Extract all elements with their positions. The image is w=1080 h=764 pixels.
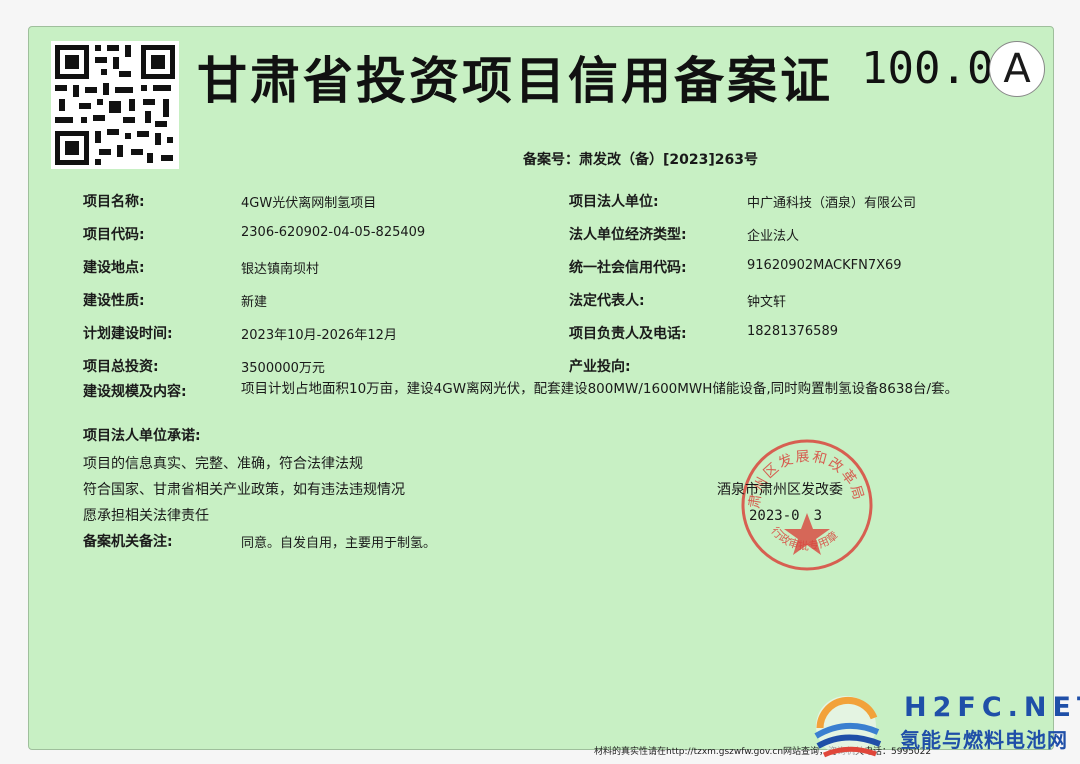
field-label: 法人单位经济类型:: [569, 227, 687, 243]
watermark-subtitle: 氢能与燃料电池网: [900, 728, 1068, 752]
field-value: 91620902MACKFN7X69: [747, 258, 902, 273]
field-value: 新建: [241, 295, 268, 310]
commitment-line: 符合国家、甘肃省相关产业政策，如有违法违规情况: [83, 482, 405, 498]
issuing-authority: 酒泉市肃州区发改委: [717, 482, 843, 498]
commitment-label: 项目法人单位承诺:: [83, 428, 201, 444]
field-value: 中广通科技（酒泉）有限公司: [747, 196, 917, 211]
field-value: 2023年10月-2026年12月: [241, 328, 397, 343]
field-label: 统一社会信用代码:: [569, 260, 687, 276]
field-value: 18281376589: [747, 324, 838, 339]
field-value: 4GW光伏离网制氢项目: [241, 196, 377, 211]
watermark-name: H2FC.NET: [904, 692, 1080, 723]
field-label: 法定代表人:: [569, 293, 645, 309]
remarks-label: 备案机关备注:: [83, 534, 173, 550]
credit-score: 100.0: [861, 43, 994, 94]
field-label: 项目代码:: [83, 227, 145, 243]
issue-date: 2023-0 3: [749, 508, 823, 524]
field-value: 2306-620902-04-05-825409: [241, 225, 426, 240]
commitment-line: 愿承担相关法律责任: [83, 508, 209, 524]
filing-number: 备案号：肃发改（备）[2023]263号: [523, 152, 758, 168]
field-label: 计划建设时间:: [83, 326, 173, 342]
field-label: 项目法人单位:: [569, 194, 659, 210]
field-label: 项目负责人及电话:: [569, 326, 687, 342]
field-label: 项目总投资:: [83, 359, 159, 375]
certificate-title: 甘肃省投资项目信用备案证: [197, 52, 833, 110]
field-label: 建设地点:: [83, 260, 145, 276]
field-label: 产业投向:: [569, 359, 631, 375]
qr-code-icon[interactable]: [51, 41, 179, 169]
page-background: 甘肃省投资项目信用备案证 100.0 A 备案号：肃发改（备）[2023]263…: [0, 0, 1080, 764]
field-value: 企业法人: [747, 229, 800, 244]
commitment-line: 项目的信息真实、完整、准确，符合法律法规: [83, 456, 363, 472]
certificate-card: 甘肃省投资项目信用备案证 100.0 A 备案号：肃发改（备）[2023]263…: [28, 26, 1054, 750]
scale-label: 建设规模及内容:: [83, 384, 187, 400]
field-value: 钟文轩: [747, 295, 787, 310]
field-value: 银达镇南坝村: [241, 262, 320, 277]
credit-grade-badge: A: [989, 41, 1045, 97]
remarks-value: 同意。自发自用，主要用于制氢。: [241, 536, 437, 551]
field-label: 项目名称:: [83, 194, 145, 210]
field-value: 3500000万元: [241, 361, 325, 376]
field-label: 建设性质:: [83, 293, 145, 309]
scale-content: 项目计划占地面积10万亩，建设4GW离网光伏，配套建设800MW/1600MWH…: [241, 381, 959, 397]
